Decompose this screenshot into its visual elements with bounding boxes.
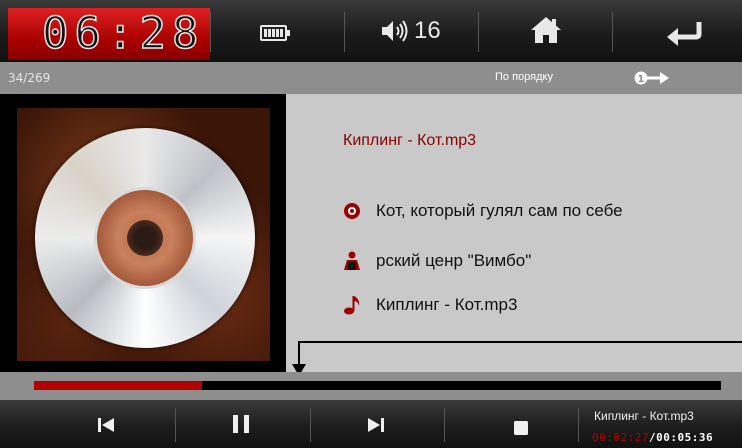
play-order-label[interactable]: По порядку — [495, 71, 553, 83]
volume-level: 16 — [414, 17, 441, 44]
playback-controls: Киплинг - Кот.mp3 00:02:27/00:05:36 — [0, 400, 742, 448]
elapsed-time: 00:02:27 — [592, 431, 649, 444]
clock-panel: 06:28 — [8, 8, 210, 60]
status-bar: 06:28 16 — [0, 0, 742, 62]
artist-row: рский ценр "Вимбо" — [343, 251, 531, 271]
track-position: 34/269 — [8, 71, 51, 85]
clock: 06:28 — [41, 8, 205, 59]
file-name: Киплинг - Кот.mp3 — [376, 295, 518, 314]
file-row: Киплинг - Кот.mp3 — [343, 295, 517, 315]
artist-name: рский ценр "Вимбо" — [376, 251, 532, 270]
home-icon[interactable] — [530, 16, 562, 44]
track-title: Киплинг - Кот.mp3 — [343, 132, 477, 149]
stop-icon[interactable] — [497, 400, 547, 448]
total-time: 00:05:36 — [656, 431, 714, 444]
playback-time: 00:02:27/00:05:36 — [592, 431, 713, 444]
divider — [310, 408, 311, 442]
divider — [175, 408, 176, 442]
divider — [344, 12, 345, 52]
info-bar: 34/269 По порядку 1 — [0, 62, 742, 94]
divider — [478, 12, 479, 52]
divider — [578, 408, 579, 442]
battery-full-icon — [260, 25, 290, 41]
now-playing-title: Киплинг - Кот.mp3 — [594, 409, 694, 423]
album-row: Кот, который гулял сам по себе — [343, 201, 623, 221]
divider — [612, 12, 613, 52]
cd-disc-image — [35, 128, 255, 348]
album-art-panel — [0, 94, 286, 372]
progress-strip — [0, 372, 742, 400]
skip-next-icon[interactable] — [350, 400, 400, 448]
divider — [210, 12, 211, 52]
pointer-line — [300, 341, 742, 343]
seek-bar[interactable] — [34, 381, 721, 390]
album-name: Кот, который гулял сам по себе — [376, 201, 623, 220]
person-icon — [344, 251, 360, 270]
seek-bar-fill — [34, 381, 203, 390]
music-note-icon — [344, 296, 360, 315]
back-arrow-icon[interactable] — [664, 20, 704, 46]
skip-previous-icon[interactable] — [82, 400, 132, 448]
divider — [444, 408, 445, 442]
track-details: Киплинг - Кот.mp3 Кот, который гулял сам… — [286, 94, 742, 372]
sequential-order-icon[interactable]: 1 — [634, 69, 670, 87]
album-art — [17, 108, 270, 361]
svg-text:1: 1 — [638, 74, 645, 85]
pause-icon[interactable] — [216, 400, 266, 448]
speaker-volume-icon[interactable] — [380, 18, 410, 44]
disc-icon — [344, 203, 360, 219]
